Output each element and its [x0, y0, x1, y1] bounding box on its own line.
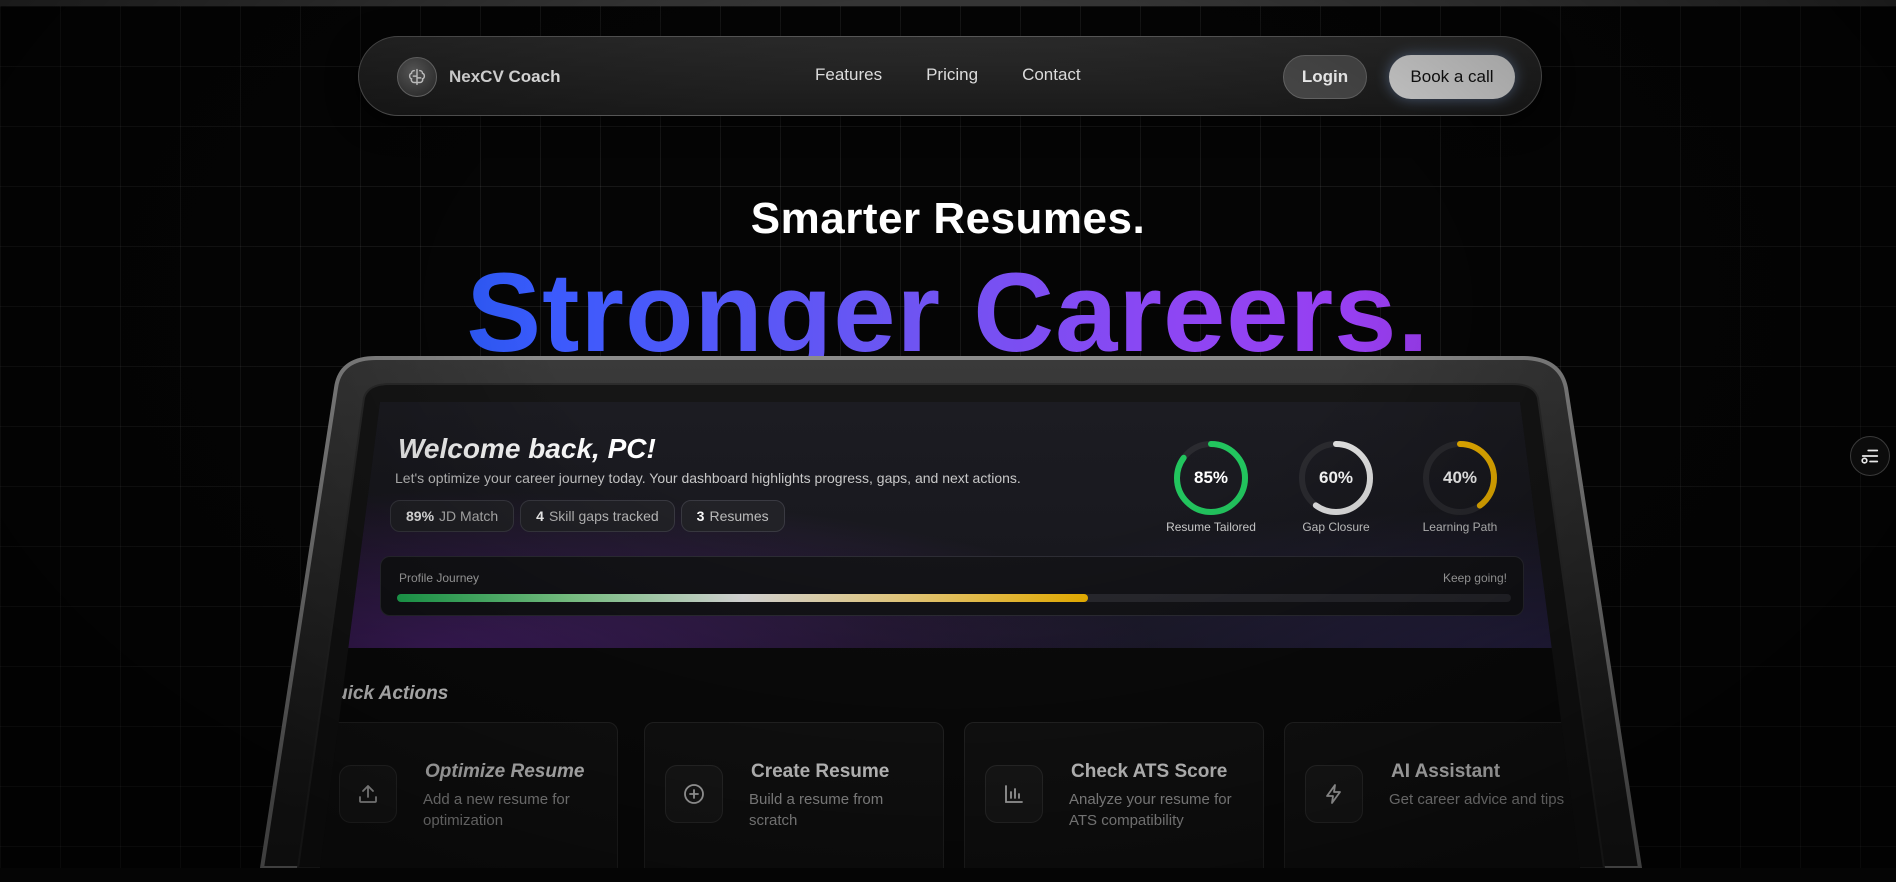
chip-value: 4	[536, 508, 544, 524]
welcome-subtitle: Let's optimize your career journey today…	[395, 470, 1021, 486]
ring-label: Learning Path	[1422, 520, 1498, 534]
ring-gap-closure: 60% Gap Closure	[1281, 438, 1391, 534]
brand-name: NexCV Coach	[449, 67, 561, 86]
progress-ring: 85%	[1171, 438, 1251, 518]
brand[interactable]: NexCV Coach	[397, 57, 560, 97]
ring-label: Resume Tailored	[1166, 520, 1256, 534]
hero-title-text: Stronger Careers.	[466, 253, 1429, 359]
action-card-create-resume[interactable]: Create Resume Build a resume from scratc…	[644, 722, 944, 868]
ring-value: 85%	[1193, 468, 1229, 487]
card-title: AI Assistant	[1391, 761, 1501, 782]
profile-journey: Profile Journey Keep going!	[380, 556, 1524, 616]
card-title: Check ATS Score	[1071, 761, 1228, 782]
action-card-check-ats[interactable]: Check ATS Score Analyze your resume for …	[964, 722, 1264, 868]
journey-label: Profile Journey	[399, 571, 480, 585]
card-description: Get career advice and tips	[1389, 791, 1565, 808]
bar-chart-icon	[985, 765, 1043, 823]
journey-status: Keep going!	[1442, 571, 1507, 585]
hero-subtitle: Smarter Resumes.	[750, 194, 1146, 243]
settings-sliders-icon[interactable]	[1850, 436, 1890, 476]
navbar: NexCV Coach Features Pricing Contact Log…	[358, 36, 1542, 116]
card-title: Optimize Resume	[425, 761, 585, 782]
upload-icon	[339, 765, 397, 823]
card-title: Create Resume	[751, 761, 890, 782]
journey-progress-fill	[397, 594, 1088, 602]
stat-chips: 89% JD Match 4 Skill gaps tracked 3 Resumes	[390, 500, 785, 532]
action-card-optimize-resume[interactable]: Optimize Resume Add a new resume for opt…	[320, 722, 618, 868]
chip-value: 89%	[406, 508, 435, 524]
card-description: Build a resume from scratch	[749, 791, 884, 829]
nav-link-contact[interactable]: Contact	[1022, 65, 1081, 85]
welcome-title: Welcome back, PC!	[398, 433, 656, 464]
chip-label: Skill gaps tracked	[548, 508, 659, 524]
login-button[interactable]: Login	[1283, 55, 1367, 99]
chip-label: JD Match	[439, 508, 499, 524]
journey-progress-track	[397, 594, 1511, 602]
progress-ring: 40%	[1420, 438, 1500, 518]
card-description: Add a new resume for optimization	[423, 791, 570, 829]
brain-logo-icon	[397, 57, 437, 97]
book-call-button[interactable]: Book a call	[1389, 55, 1515, 99]
nav-link-features[interactable]: Features	[815, 65, 882, 85]
lightning-icon	[1305, 765, 1363, 823]
progress-ring: 60%	[1296, 438, 1376, 518]
quick-actions-title: uick Actions	[336, 683, 449, 704]
nav-links: Features Pricing Contact	[815, 65, 1081, 85]
ring-value: 40%	[1442, 468, 1478, 487]
nav-link-pricing[interactable]: Pricing	[926, 65, 978, 85]
ring-value: 60%	[1318, 468, 1354, 487]
ring-resume-tailored: 85% Resume Tailored	[1156, 438, 1266, 534]
chip-label: Resumes	[709, 508, 769, 524]
chip-resumes[interactable]: 3 Resumes	[680, 500, 785, 532]
card-description: Analyze your resume for ATS compatibilit…	[1069, 791, 1232, 829]
ring-learning-path: 40% Learning Path	[1405, 438, 1515, 534]
plus-circle-icon	[665, 765, 723, 823]
action-card-ai-assistant[interactable]: AI Assistant Get career advice and tips	[1284, 722, 1580, 868]
chip-skill-gaps[interactable]: 4 Skill gaps tracked	[520, 500, 675, 532]
ring-label: Gap Closure	[1302, 520, 1370, 534]
hero-title: Stronger Careers.	[0, 253, 1896, 359]
chip-jd-match[interactable]: 89% JD Match	[390, 500, 515, 532]
chip-value: 3	[696, 508, 705, 524]
